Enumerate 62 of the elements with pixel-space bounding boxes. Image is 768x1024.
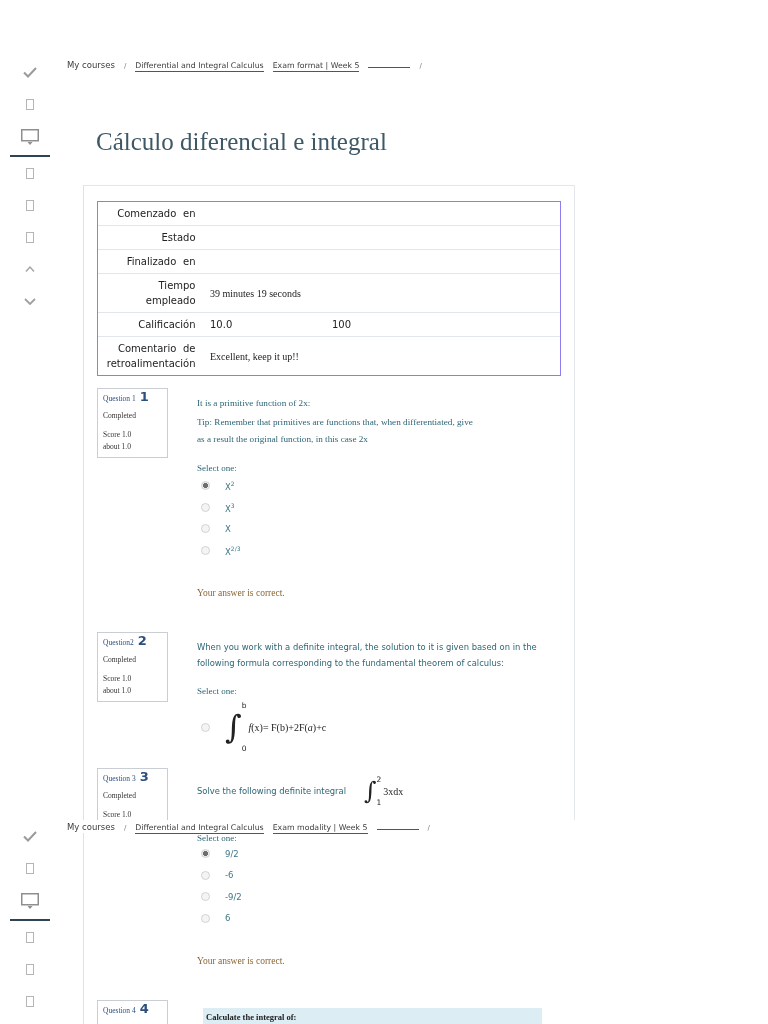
radio-button[interactable]: [201, 913, 210, 923]
radio-button[interactable]: [201, 722, 210, 732]
summary-value: 39 minutes 19 seconds: [209, 286, 302, 301]
breadcrumb-link[interactable]: My courses: [67, 821, 115, 833]
question-text: Calculate the integral of:: [206, 1012, 297, 1022]
radio-button[interactable]: [201, 502, 210, 512]
rectangle-icon: [26, 199, 34, 211]
rectangle-icon: [26, 931, 34, 943]
question-number: 4: [139, 1001, 149, 1017]
option-label[interactable]: -9/2: [225, 890, 242, 903]
summary-label: Finalizado en: [125, 255, 197, 269]
radio-button[interactable]: [201, 892, 210, 902]
option-label[interactable]: -6: [225, 869, 234, 882]
radio-button[interactable]: [201, 524, 210, 534]
rectangle-icon: [26, 963, 34, 975]
summary-value: Excellent, keep it up!!: [209, 349, 300, 364]
question-text: Solve the following definite integral: [197, 785, 347, 798]
check-icon: [23, 66, 37, 78]
rectangle-icon: [26, 98, 34, 110]
summary-label: Comentario de retroalimentación: [105, 342, 197, 371]
summary-label: Tiempo empleado: [144, 279, 197, 308]
integral-sign: ∫: [364, 779, 377, 803]
option-label[interactable]: X: [225, 522, 231, 535]
option-label[interactable]: 6: [225, 912, 231, 925]
page-title: Cálculo diferencial e integral: [96, 127, 387, 157]
summary-label: Comenzado en: [116, 207, 197, 221]
option-label[interactable]: 9/2: [225, 847, 239, 860]
caret-up-icon: [25, 266, 35, 272]
check-icon: [23, 830, 37, 842]
select-prompt: Select one:: [197, 685, 237, 698]
radio-button[interactable]: [201, 849, 210, 859]
radio-button[interactable]: [201, 545, 210, 555]
rectangle-icon: [26, 231, 34, 243]
monitor-icon: [21, 893, 39, 909]
question-tip: Tip: Remember that primitives are functions that, when differentiated, give as a result the original function, in this case 2x: [197, 416, 474, 446]
option-label[interactable]: X$^{3}$: [225, 499, 235, 515]
formula-expression: f(x)= F(b)+2F(a)+c: [248, 721, 327, 733]
summary-value: 10.0: [209, 318, 234, 332]
caret-down-icon: [24, 297, 36, 305]
rectangle-icon: [26, 167, 34, 179]
breadcrumb-link[interactable]: My courses: [67, 59, 115, 71]
radio-button[interactable]: [201, 870, 210, 880]
option-label[interactable]: X$^{2}$: [225, 478, 235, 494]
select-prompt: Select one:: [197, 833, 237, 843]
question-text: It is a primitive function of 2x:: [197, 397, 311, 410]
summary-value: 100: [332, 318, 353, 332]
rectangle-icon: [26, 995, 34, 1007]
question-number: 2: [137, 633, 147, 649]
feedback-text: Your answer is correct.: [197, 587, 285, 600]
select-prompt: Select one:: [197, 462, 237, 475]
rectangle-icon: [26, 862, 34, 874]
question-text: When you work with a definite integral, the solution to it is given based on in the following formula corresponding to the fundamental theorem of calculus:: [197, 641, 538, 670]
formula-expression: 3xdx: [383, 785, 404, 797]
question-number: 3: [139, 769, 149, 785]
feedback-text: Your answer is correct.: [197, 955, 285, 968]
option-label[interactable]: X$^{2/3}$: [225, 542, 241, 558]
summary-label: Calificación: [137, 318, 197, 332]
radio-button[interactable]: [201, 481, 210, 491]
integral-sign: ∫: [225, 711, 242, 743]
summary-label: Estado: [160, 231, 197, 245]
monitor-icon: [21, 129, 39, 145]
question-number: 1: [139, 389, 149, 405]
